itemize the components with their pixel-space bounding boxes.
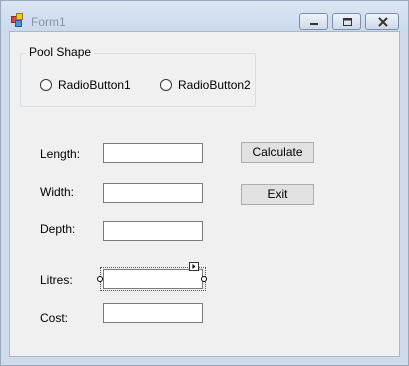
exit-button[interactable]: Exit	[241, 184, 314, 205]
resize-handle-right[interactable]	[201, 276, 207, 282]
depth-input[interactable]	[103, 221, 203, 241]
radio-button-1-label: RadioButton1	[58, 78, 131, 92]
radio-button-2[interactable]: RadioButton2	[160, 78, 251, 92]
window-title: Form1	[31, 15, 66, 29]
groupbox-title: Pool Shape	[26, 45, 95, 59]
cost-label: Cost:	[40, 311, 69, 325]
length-label: Length:	[40, 147, 81, 161]
litres-input-box[interactable]	[103, 269, 203, 289]
maximize-button[interactable]	[332, 13, 361, 30]
litres-input[interactable]	[103, 269, 203, 289]
title-bar[interactable]: Form1	[1, 1, 408, 31]
litres-label: Litres:	[40, 273, 73, 287]
form-icon	[11, 13, 23, 27]
radio-circle-icon	[40, 79, 52, 91]
close-button[interactable]	[365, 13, 399, 30]
close-icon	[378, 17, 388, 27]
width-input[interactable]	[103, 183, 203, 203]
radio-button-1[interactable]: RadioButton1	[40, 78, 131, 92]
cost-input[interactable]	[103, 303, 203, 323]
depth-label: Depth:	[40, 222, 76, 236]
maximize-icon	[343, 18, 352, 26]
width-label: Width:	[40, 185, 75, 199]
minimize-button[interactable]	[299, 13, 328, 30]
resize-handle-left[interactable]	[97, 276, 103, 282]
minimize-icon	[310, 23, 318, 25]
length-input[interactable]	[103, 143, 203, 163]
smart-tag-arrow-icon[interactable]	[189, 262, 199, 271]
radio-button-2-label: RadioButton2	[178, 78, 251, 92]
calculate-button[interactable]: Calculate	[241, 142, 314, 163]
radio-circle-icon	[160, 79, 172, 91]
